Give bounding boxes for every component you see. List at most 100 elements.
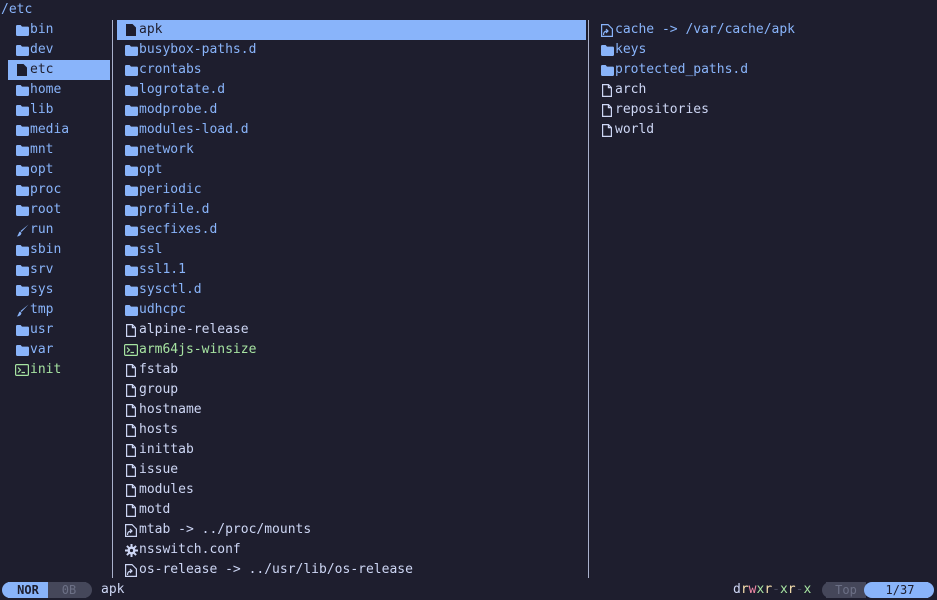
current-pane-entry[interactable]: opt xyxy=(117,160,586,180)
current-pane-entry[interactable]: mtab -> ../proc/mounts xyxy=(117,520,586,540)
entry-name: arch xyxy=(615,82,647,97)
folder-icon xyxy=(15,183,29,197)
preview-pane-entry[interactable]: keys xyxy=(593,40,937,60)
current-pane-entry[interactable]: apk xyxy=(117,20,586,40)
entry-name: inittab xyxy=(139,442,194,457)
folder-icon xyxy=(124,123,138,137)
entry-name: modules-load.d xyxy=(139,122,249,137)
current-pane-entry[interactable]: modules xyxy=(117,480,586,500)
current-pane-entry[interactable]: sysctl.d xyxy=(117,280,586,300)
entry-name: arm64js-winsize xyxy=(139,342,257,357)
folder-icon xyxy=(124,243,138,257)
file-icon xyxy=(15,63,29,77)
file-icon xyxy=(124,503,138,517)
preview-pane[interactable]: cache -> /var/cache/apk keys protected_pat… xyxy=(593,20,937,580)
current-pane-entry[interactable]: os-release -> ../usr/lib/os-release xyxy=(117,560,586,580)
parent-pane-entry[interactable]: init xyxy=(8,360,110,380)
parent-pane-entry[interactable]: home xyxy=(8,80,110,100)
parent-pane-entry[interactable]: var xyxy=(8,340,110,360)
file-icon xyxy=(124,323,138,337)
current-pane-entry[interactable]: ssl1.1 xyxy=(117,260,586,280)
current-pane-entry[interactable]: modprobe.d xyxy=(117,100,586,120)
parent-pane-entry[interactable]: sbin xyxy=(8,240,110,260)
entry-name: repositories xyxy=(615,102,709,117)
entry-name: sys xyxy=(30,282,54,297)
current-pane-entry[interactable]: fstab xyxy=(117,360,586,380)
entry-name: protected_paths.d xyxy=(615,62,749,77)
folder-icon xyxy=(124,43,138,57)
current-pane-entry[interactable]: issue xyxy=(117,460,586,480)
current-pane-entry[interactable]: secfixes.d xyxy=(117,220,586,240)
folder-icon xyxy=(124,183,138,197)
current-pane-entry[interactable]: profile.d xyxy=(117,200,586,220)
current-path: /etc xyxy=(1,2,33,17)
folder-icon xyxy=(15,323,29,337)
parent-pane-entry[interactable]: etc xyxy=(8,60,110,80)
parent-pane-entry[interactable]: run xyxy=(8,220,110,240)
parent-pane-entry[interactable]: mnt xyxy=(8,140,110,160)
parent-pane-entry[interactable]: bin xyxy=(8,20,110,40)
current-pane-entry[interactable]: group xyxy=(117,380,586,400)
entry-name: udhcpc xyxy=(139,302,186,317)
current-pane-entry[interactable]: hosts xyxy=(117,420,586,440)
preview-pane-entry[interactable]: cache -> /var/cache/apk xyxy=(593,20,937,40)
preview-pane-entry[interactable]: protected_paths.d xyxy=(593,60,937,80)
folder-icon xyxy=(15,143,29,157)
file-icon xyxy=(124,423,138,437)
entry-name: group xyxy=(139,382,179,397)
preview-pane-entry[interactable]: repositories xyxy=(593,100,937,120)
current-pane-entry[interactable]: udhcpc xyxy=(117,300,586,320)
current-pane[interactable]: apk busybox-paths.d crontabs logrotate.d mod… xyxy=(117,20,586,580)
folder-icon xyxy=(15,283,29,297)
current-pane-entry[interactable]: arm64js-winsize xyxy=(117,340,586,360)
entry-name: opt xyxy=(139,162,163,177)
current-pane-entry[interactable]: nsswitch.conf xyxy=(117,540,586,560)
preview-pane-entry[interactable]: arch xyxy=(593,80,937,100)
status-bar: NOR 0B apk drwxr-xr-x Top 1/37 xyxy=(0,580,937,600)
entry-name: init xyxy=(30,362,62,377)
current-pane-entry[interactable]: periodic xyxy=(117,180,586,200)
parent-pane-entry[interactable]: tmp xyxy=(8,300,110,320)
parent-pane-entry[interactable]: lib xyxy=(8,100,110,120)
current-pane-entry[interactable]: modules-load.d xyxy=(117,120,586,140)
parent-pane-entry[interactable]: media xyxy=(8,120,110,140)
current-pane-entry[interactable]: logrotate.d xyxy=(117,80,586,100)
folder-icon xyxy=(15,343,29,357)
mode-indicator: NOR xyxy=(8,582,48,598)
current-pane-entry[interactable]: network xyxy=(117,140,586,160)
parent-pane-entry[interactable]: proc xyxy=(8,180,110,200)
parent-pane-entry[interactable]: srv xyxy=(8,260,110,280)
current-pane-entry[interactable]: ssl xyxy=(117,240,586,260)
entry-name: run xyxy=(30,222,54,237)
folder-icon xyxy=(600,63,614,77)
entry-name: sysctl.d xyxy=(139,282,202,297)
symlink-icon xyxy=(124,523,138,537)
terminal-icon xyxy=(15,363,29,377)
parent-pane[interactable]: bin dev etc home lib media mnt opt proc root run sb… xyxy=(8,20,110,580)
folder-icon xyxy=(15,43,29,57)
folder-icon xyxy=(15,243,29,257)
folder-icon xyxy=(124,223,138,237)
parent-pane-entry[interactable]: root xyxy=(8,200,110,220)
entry-name: tmp xyxy=(30,302,54,317)
parent-pane-entry[interactable]: dev xyxy=(8,40,110,60)
current-pane-entry[interactable]: busybox-paths.d xyxy=(117,40,586,60)
current-pane-entry[interactable]: motd xyxy=(117,500,586,520)
current-pane-entry[interactable]: alpine-release xyxy=(117,320,586,340)
current-pane-entry[interactable]: crontabs xyxy=(117,60,586,80)
size-indicator: 0B xyxy=(58,582,80,598)
entry-name: mtab -> ../proc/mounts xyxy=(139,522,312,537)
folder-icon xyxy=(124,283,138,297)
position-label: Top xyxy=(826,582,866,598)
parent-pane-entry[interactable]: opt xyxy=(8,160,110,180)
parent-pane-entry[interactable]: sys xyxy=(8,280,110,300)
folder-icon xyxy=(15,123,29,137)
preview-pane-entry[interactable]: world xyxy=(593,120,937,140)
parent-pane-entry[interactable]: usr xyxy=(8,320,110,340)
symlink-icon xyxy=(124,563,138,577)
current-pane-entry[interactable]: hostname xyxy=(117,400,586,420)
entry-name: root xyxy=(30,202,62,217)
entry-name: cache -> /var/cache/apk xyxy=(615,22,796,37)
current-pane-entry[interactable]: inittab xyxy=(117,440,586,460)
symlink-icon xyxy=(600,23,614,37)
